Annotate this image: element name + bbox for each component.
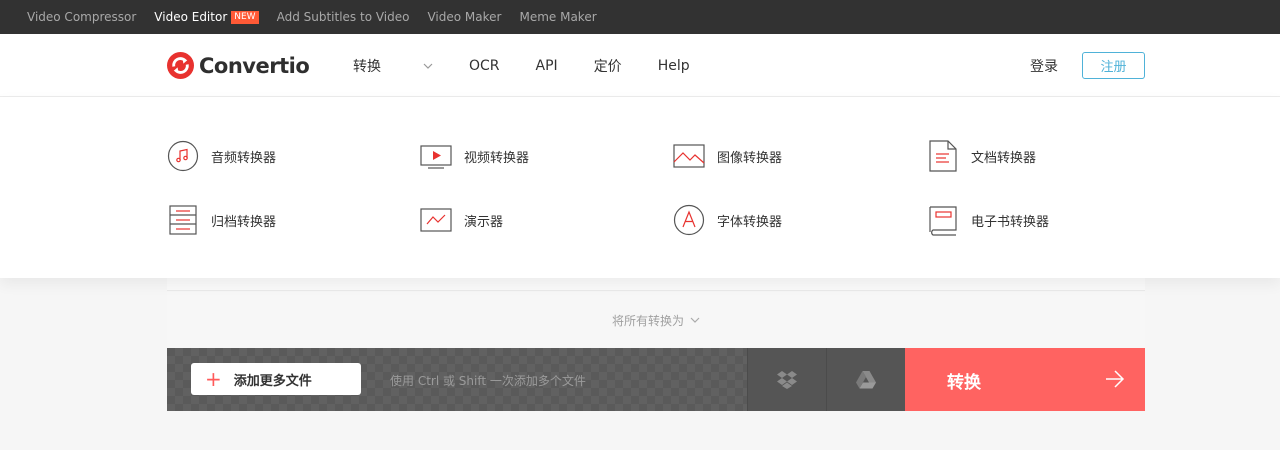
action-bar: + 添加更多文件 使用 Ctrl 或 Shift 一次添加多个文件 转换 <box>167 348 1145 411</box>
dropbox-icon <box>777 370 797 389</box>
ebook-icon <box>927 204 959 236</box>
menu-item-presentation-converter[interactable]: 演示器 <box>420 204 503 236</box>
login-link[interactable]: 登录 <box>1030 56 1058 76</box>
topbar-link-video-maker[interactable]: Video Maker <box>427 10 501 24</box>
menu-item-audio-converter[interactable]: 音频转换器 <box>167 140 276 172</box>
convertio-logo-icon <box>167 52 194 79</box>
convert-all-selector[interactable]: 将所有转换为 <box>167 292 1145 348</box>
nav-item-help[interactable]: Help <box>658 58 690 74</box>
menu-item-label: 视频转换器 <box>464 150 530 166</box>
menu-item-label: 字体转换器 <box>717 214 783 230</box>
google-drive-button[interactable] <box>826 348 905 411</box>
logo-text: Convertio <box>199 53 310 78</box>
signup-button[interactable]: 注册 <box>1082 52 1145 79</box>
topbar-link-add-subtitles[interactable]: Add Subtitles to Video <box>277 10 410 24</box>
menu-item-video-converter[interactable]: 视频转换器 <box>420 140 529 172</box>
menu-item-label: 文档转换器 <box>971 150 1037 166</box>
chevron-down-icon <box>690 317 700 323</box>
chevron-down-icon <box>423 63 433 69</box>
multi-select-hint: 使用 Ctrl 或 Shift 一次添加多个文件 <box>390 374 586 388</box>
add-more-files-button[interactable]: + 添加更多文件 <box>191 363 361 395</box>
convert-dropdown-menu: 音频转换器 视频转换器 图像转换器 文档转换器 归档转换器 演示器 字体转换器 … <box>0 97 1280 278</box>
convert-button-label: 转换 <box>947 373 981 393</box>
add-more-files-label: 添加更多文件 <box>233 373 312 389</box>
menu-item-label: 归档转换器 <box>211 214 277 230</box>
arrow-right-icon <box>1106 370 1125 388</box>
menu-item-label: 图像转换器 <box>717 150 783 166</box>
image-icon <box>673 140 705 172</box>
topbar-link-label: Video Editor <box>154 10 228 24</box>
video-player-icon <box>420 140 452 172</box>
font-icon <box>673 204 705 236</box>
convert-all-label: 将所有转换为 <box>611 313 684 328</box>
topbar-link-meme-maker[interactable]: Meme Maker <box>519 10 596 24</box>
menu-item-document-converter[interactable]: 文档转换器 <box>927 140 1036 172</box>
menu-item-label: 演示器 <box>464 214 504 230</box>
top-bar: Video Compressor Video Editor NEW Add Sub… <box>0 0 1280 34</box>
file-list-area <box>167 276 1145 291</box>
new-badge: NEW <box>231 10 259 24</box>
topbar-link-video-editor[interactable]: Video Editor NEW <box>154 10 259 24</box>
menu-item-ebook-converter[interactable]: 电子书转换器 <box>927 204 1049 236</box>
presentation-icon <box>420 204 452 236</box>
nav-item-api[interactable]: API <box>536 58 558 74</box>
convert-button[interactable]: 转换 <box>905 348 1145 411</box>
topbar-link-video-compressor[interactable]: Video Compressor <box>27 10 136 24</box>
nav-item-pricing[interactable]: 定价 <box>594 56 622 76</box>
archive-icon <box>167 204 199 236</box>
menu-item-font-converter[interactable]: 字体转换器 <box>673 204 782 236</box>
dropbox-button[interactable] <box>747 348 826 411</box>
add-files-area: + 添加更多文件 使用 Ctrl 或 Shift 一次添加多个文件 <box>167 348 747 411</box>
menu-item-image-converter[interactable]: 图像转换器 <box>673 140 782 172</box>
nav-item-convert[interactable]: 转换 <box>353 56 433 76</box>
document-icon <box>927 140 959 172</box>
logo[interactable]: Convertio <box>167 52 310 79</box>
google-drive-icon <box>856 370 876 388</box>
plus-icon: + <box>205 367 222 391</box>
audio-note-icon <box>167 140 199 172</box>
nav-item-label: 转换 <box>353 59 381 75</box>
main-header: Convertio 转换 OCR API 定价 Help 登录 注册 <box>0 34 1280 97</box>
menu-item-label: 音频转换器 <box>211 150 277 166</box>
menu-item-label: 电子书转换器 <box>971 214 1050 230</box>
menu-item-archive-converter[interactable]: 归档转换器 <box>167 204 276 236</box>
nav-item-ocr[interactable]: OCR <box>469 58 500 74</box>
main-nav: 转换 OCR API 定价 Help <box>353 56 726 76</box>
